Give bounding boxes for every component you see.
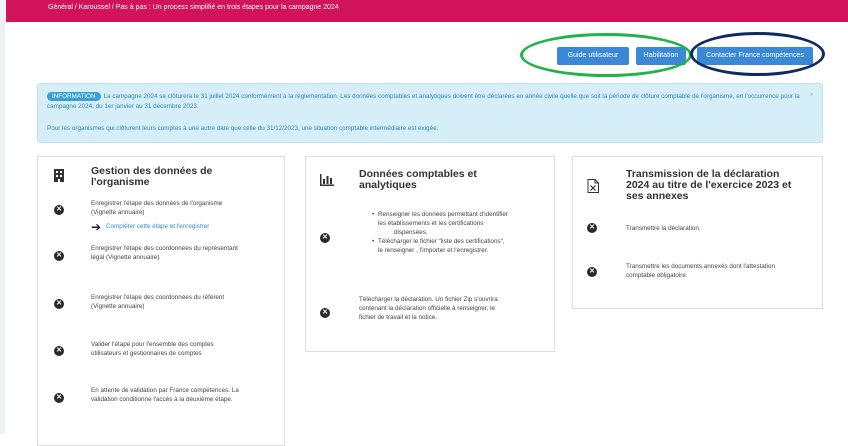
list-item: Télécharger le fichier "liste des certif… bbox=[372, 237, 508, 255]
left-strip bbox=[0, 0, 5, 434]
breadcrumb-item-general[interactable]: Général bbox=[48, 4, 73, 11]
step-text: Enregistrer l'étape des coordonnées du r… bbox=[91, 244, 238, 262]
status-x-icon: ✕ bbox=[54, 251, 64, 261]
breadcrumb-item-karoussel[interactable]: Karoussel bbox=[79, 4, 110, 11]
status-x-icon: ✕ bbox=[320, 308, 330, 318]
status-x-icon: ✕ bbox=[587, 267, 597, 277]
card-donnees-comptables: Données comptables et analytiques ✕ Rens… bbox=[305, 156, 555, 352]
card-title-line: l'organisme bbox=[91, 176, 150, 188]
step-line: fichier de travail et la notice. bbox=[359, 314, 438, 321]
status-x-icon: ✕ bbox=[54, 346, 64, 356]
step-text: Enregistrer l'étape des données de l'org… bbox=[91, 199, 222, 217]
bullet-list: Renseigner les données permettant d'iden… bbox=[372, 210, 508, 255]
bullet-line: Renseigner les données permettant d'iden… bbox=[378, 211, 509, 218]
breadcrumb: Général / Karoussel / Pas à pas : Un pro… bbox=[6, 0, 848, 22]
bullet-line: le renseigner , l'importer et l'enregist… bbox=[378, 247, 489, 254]
card-gestion-donnees: Gestion des données de l'organisme ✕ Enr… bbox=[37, 156, 285, 446]
status-x-icon: ✕ bbox=[587, 223, 597, 233]
list-item: Renseigner les données permettant d'iden… bbox=[372, 210, 508, 237]
info-line-1: INFORMATION La campagne 2024 se clôturera… bbox=[47, 92, 807, 112]
card-title: Données comptables et analytiques bbox=[359, 169, 477, 191]
step-line: (Vignette annuaire) bbox=[91, 303, 145, 310]
step-line: validation conditionne l'accès à la deux… bbox=[91, 396, 233, 403]
bullet-line: dispensées. bbox=[394, 229, 428, 236]
information-badge: INFORMATION bbox=[47, 92, 101, 101]
step-text: Valider l'étape pour l'ensemble des comp… bbox=[91, 340, 214, 358]
info-line-2: Pour les organismes qui clôturent leurs … bbox=[47, 125, 439, 132]
step-line: Transmettre les documents annexés dont l… bbox=[626, 263, 776, 270]
bar-chart-icon bbox=[320, 174, 334, 189]
status-x-icon: ✕ bbox=[320, 233, 330, 243]
step-line: Valider l'étape pour l'ensemble des comp… bbox=[91, 341, 214, 348]
card-title-line: analytiques bbox=[359, 179, 417, 191]
navy-highlight-ring bbox=[690, 32, 825, 76]
step-text: Transmettre la déclaration. bbox=[626, 225, 701, 232]
arrow-right-icon: ➔ bbox=[91, 220, 102, 234]
information-banner: INFORMATION La campagne 2024 se clôturera… bbox=[37, 83, 823, 143]
close-icon[interactable]: × bbox=[809, 90, 814, 99]
step-line: Enregistrer l'étape des coordonnées du r… bbox=[91, 294, 225, 301]
status-x-icon: ✕ bbox=[54, 299, 64, 309]
step-line: Télécharger la déclaration. Un fichier Z… bbox=[359, 296, 498, 303]
card-title-line: ses annexes bbox=[626, 190, 689, 202]
step-line: En attente de validation par France comp… bbox=[91, 387, 239, 394]
bullet-line: les établissements et les certifications bbox=[378, 220, 484, 227]
step-line: utilisateurs et gestionnaires de comptes bbox=[91, 350, 202, 357]
card-title: Gestion des données de l'organisme bbox=[91, 166, 212, 188]
step-line: légal (Vignette annuaire) bbox=[91, 254, 160, 261]
step-text: Télécharger la déclaration. Un fichier Z… bbox=[359, 295, 498, 322]
step-text: Enregistrer l'étape des coordonnées du r… bbox=[91, 293, 224, 311]
step-line: contenant la déclaration officielle à re… bbox=[359, 305, 496, 312]
bullet-line: Télécharger le fichier "liste des certif… bbox=[378, 238, 505, 245]
step-line: Enregistrer l'étape des données de l'org… bbox=[91, 200, 223, 207]
card-title: Transmission de la déclaration 2024 au t… bbox=[626, 169, 791, 202]
step-line: Enregistrer l'étape des coordonnées du r… bbox=[91, 245, 238, 252]
step-line: comptable obligatoire. bbox=[626, 272, 688, 279]
status-x-icon: ✕ bbox=[54, 205, 64, 215]
excel-file-icon bbox=[587, 179, 599, 196]
building-icon bbox=[54, 169, 64, 185]
card-transmission-declaration: Transmission de la déclaration 2024 au t… bbox=[572, 156, 823, 309]
complete-step-link[interactable]: Compléter cette étape et l'enregistrer bbox=[106, 223, 209, 230]
status-x-icon: ✕ bbox=[54, 393, 64, 403]
breadcrumb-item-current: Pas à pas : Un process simplifié en troi… bbox=[115, 4, 339, 11]
step-line: (Vignette annuaire) bbox=[91, 209, 145, 216]
green-highlight-ring bbox=[520, 33, 692, 77]
step-text: Transmettre les documents annexés dont l… bbox=[626, 262, 775, 280]
step-text: En attente de validation par France comp… bbox=[91, 386, 239, 404]
info-text-1: La campagne 2024 se clôturera le 31 juil… bbox=[47, 93, 800, 110]
